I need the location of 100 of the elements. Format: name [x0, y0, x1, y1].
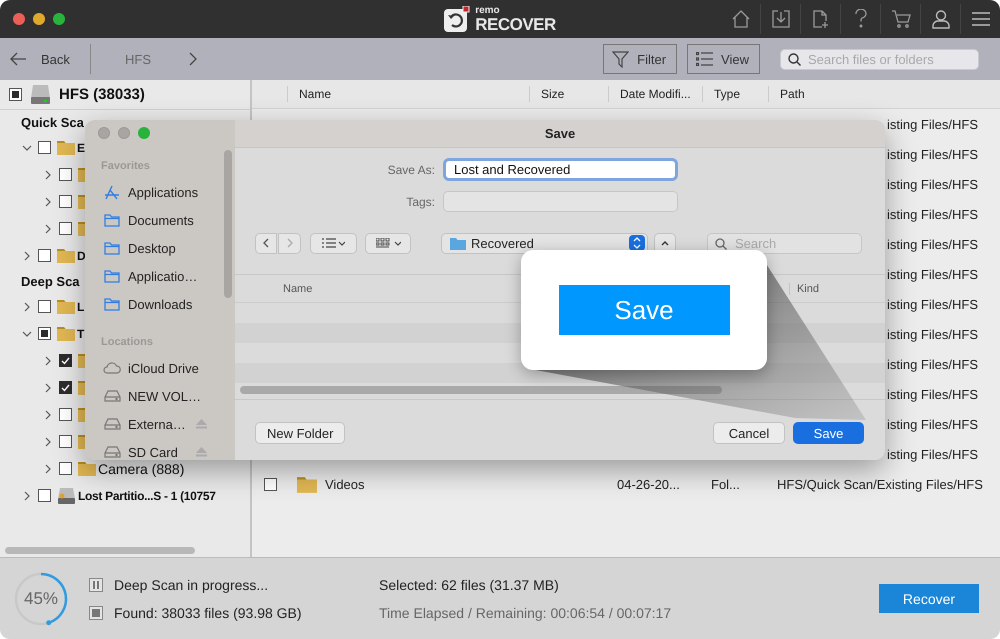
sidebar-item[interactable]: SD Card: [128, 444, 178, 460]
back-button[interactable]: [255, 232, 277, 254]
checkbox[interactable]: [59, 168, 72, 181]
chevron-right-icon[interactable]: [45, 410, 51, 420]
save-button[interactable]: Save: [793, 422, 864, 444]
scrollbar[interactable]: [5, 547, 195, 554]
chevron-right-icon[interactable]: [24, 302, 30, 312]
drive-label[interactable]: Lost Partitio...S - 1 (10757: [78, 488, 216, 502]
column-header[interactable]: Type: [702, 86, 768, 102]
view-button[interactable]: View: [687, 44, 760, 74]
tree-item-label[interactable]: E: [77, 140, 86, 154]
search-icon: [715, 238, 727, 250]
help-icon[interactable]: [854, 9, 866, 29]
checkbox[interactable]: [38, 489, 51, 502]
zoom-button[interactable]: [53, 13, 65, 25]
tree-item-label[interactable]: D: [77, 248, 86, 262]
chevron-right-icon[interactable]: [24, 490, 30, 500]
sidebar-item[interactable]: iCloud Drive: [128, 360, 199, 376]
column-header[interactable]: Kind: [788, 282, 819, 294]
table-cell-text: 04-26-20...: [616, 476, 681, 492]
stop-icon[interactable]: [89, 606, 103, 620]
search-field[interactable]: Search files or folders: [780, 48, 979, 70]
column-header[interactable]: Path: [768, 86, 1000, 102]
tree-item-label[interactable]: L: [77, 300, 84, 314]
account-icon[interactable]: [932, 10, 950, 28]
chevron-down-icon[interactable]: [22, 144, 32, 150]
recover-button[interactable]: Recover: [879, 584, 979, 613]
chevron-right-icon[interactable]: [45, 356, 51, 366]
minimize-button[interactable]: [33, 13, 45, 25]
table-cell: isting Files/HFS: [886, 266, 978, 282]
grid-view-button[interactable]: [365, 232, 411, 254]
sidebar-item[interactable]: Downloads: [128, 296, 192, 312]
section-title: Quick Sca: [21, 114, 84, 130]
drive-icon: [104, 390, 120, 402]
list-icon: [696, 52, 714, 66]
checkbox[interactable]: [59, 354, 72, 367]
list-view-button[interactable]: [310, 232, 357, 254]
chevron-right-icon[interactable]: [45, 170, 51, 180]
tags-field[interactable]: [443, 191, 678, 212]
sidebar-item[interactable]: Externa…: [128, 416, 186, 432]
table-cell: isting Files/HFS: [886, 146, 978, 162]
cancel-button[interactable]: Cancel: [713, 422, 785, 444]
tree-item-label[interactable]: Camera (888): [98, 460, 184, 476]
back-arrow-icon[interactable]: [10, 52, 26, 66]
checkbox[interactable]: [264, 478, 277, 490]
checkbox[interactable]: [59, 222, 72, 235]
home-icon[interactable]: [732, 10, 750, 28]
chevron-right-icon[interactable]: [45, 382, 51, 392]
table-cell-text: Fol...: [710, 476, 741, 492]
close-button[interactable]: [13, 13, 25, 25]
drive-icon: [30, 84, 51, 105]
folder-icon: [57, 326, 75, 341]
download-icon[interactable]: [772, 10, 790, 28]
folder-icon: [450, 236, 466, 250]
tree-item-label[interactable]: T: [77, 326, 84, 340]
table-cell: isting Files/HFS: [886, 116, 978, 132]
table-cell: isting Files/HFS: [886, 416, 978, 432]
table-cell: Videos: [325, 476, 365, 492]
scrollbar[interactable]: [224, 150, 232, 298]
table-cell: isting Files/HFS: [886, 296, 978, 312]
chevron-right-icon[interactable]: [45, 436, 51, 446]
column-header[interactable]: Date Modifi...: [608, 86, 702, 102]
drive-label[interactable]: HFS (38033): [59, 86, 145, 103]
column-header[interactable]: Size: [529, 86, 608, 102]
checkbox[interactable]: [38, 327, 51, 340]
search-field[interactable]: Search: [707, 232, 862, 254]
cloud-icon: [103, 362, 121, 374]
checkbox[interactable]: [59, 462, 72, 475]
save-as-field[interactable]: Lost and Recovered: [443, 158, 678, 181]
chevron-right-icon[interactable]: [45, 196, 51, 206]
chevron-down-icon[interactable]: [22, 330, 32, 336]
filter-button[interactable]: Filter: [603, 44, 678, 74]
checkbox[interactable]: [59, 381, 72, 394]
chevron-right-icon[interactable]: [45, 224, 51, 234]
column-header[interactable]: Name: [287, 86, 529, 102]
checkbox[interactable]: [38, 300, 51, 313]
new-file-icon[interactable]: [812, 10, 828, 28]
sidebar-item[interactable]: Desktop: [128, 240, 176, 256]
chevron-right-icon[interactable]: [189, 52, 197, 66]
back-link[interactable]: Back: [41, 52, 70, 66]
chevron-right-icon[interactable]: [24, 250, 30, 260]
list-icon: [322, 238, 345, 248]
sidebar-item[interactable]: NEW VOL…: [128, 388, 201, 404]
menu-icon[interactable]: [972, 12, 990, 26]
location-dropdown[interactable]: Recovered: [441, 232, 648, 254]
sidebar-item[interactable]: Applications: [128, 184, 198, 200]
checkbox[interactable]: [9, 88, 22, 101]
cart-icon[interactable]: [890, 10, 910, 28]
sidebar-item[interactable]: Applicatio…: [128, 268, 198, 284]
checkbox[interactable]: [59, 435, 72, 448]
sidebar-item[interactable]: Documents: [128, 212, 194, 228]
pause-icon[interactable]: [89, 578, 103, 592]
checkbox[interactable]: [59, 408, 72, 421]
column-header[interactable]: Name: [283, 282, 312, 294]
checkbox[interactable]: [59, 195, 72, 208]
new-folder-button[interactable]: New Folder: [255, 422, 346, 444]
chevron-right-icon[interactable]: [45, 464, 51, 474]
checkbox[interactable]: [38, 249, 51, 262]
filter-icon: [612, 50, 630, 68]
checkbox[interactable]: [38, 141, 51, 154]
